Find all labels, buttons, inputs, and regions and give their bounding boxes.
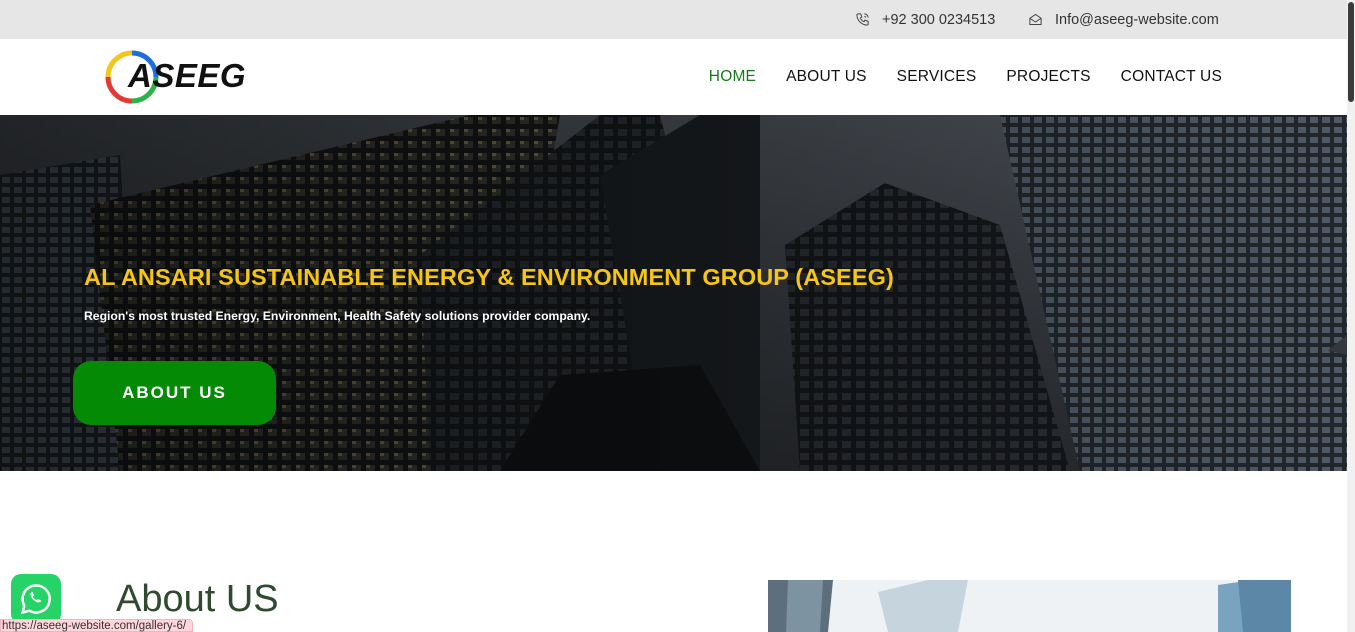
site-header: ASEEG HOME ABOUT US SERVICES PROJECTS CO…	[0, 39, 1347, 115]
nav-about-us[interactable]: ABOUT US	[786, 68, 867, 86]
email-address: Info@aseeg-website.com	[1055, 11, 1219, 28]
nav-projects[interactable]: PROJECTS	[1006, 68, 1090, 86]
hero-about-us-button[interactable]: ABOUT US	[73, 361, 276, 425]
whatsapp-button[interactable]	[11, 574, 61, 624]
nav-contact-us[interactable]: CONTACT US	[1121, 68, 1222, 86]
mail-icon	[1028, 12, 1043, 27]
top-contact-bar: +92 300 0234513 Info@aseeg-website.com	[0, 0, 1347, 39]
scrollbar-thumb[interactable]	[1348, 2, 1354, 102]
page: +92 300 0234513 Info@aseeg-website.com A…	[0, 0, 1355, 632]
whatsapp-icon	[20, 584, 51, 615]
hero-subtitle: Region's most trusted Energy, Environmen…	[84, 309, 591, 323]
about-building-image	[768, 580, 1291, 632]
status-bar-link: https://aseeg-website.com/gallery-6/	[0, 619, 194, 632]
page-scrollbar[interactable]	[1347, 0, 1355, 632]
phone-contact[interactable]: +92 300 0234513	[855, 0, 995, 39]
main-nav: HOME ABOUT US SERVICES PROJECTS CONTACT …	[709, 39, 1222, 115]
hero-banner: AL ANSARI SUSTAINABLE ENERGY & ENVIRONME…	[0, 115, 1347, 471]
phone-number: +92 300 0234513	[882, 11, 996, 28]
site-logo[interactable]: ASEEG	[104, 48, 254, 106]
logo-text: ASEEG	[128, 57, 247, 94]
about-image	[768, 580, 1291, 632]
hero-title: AL ANSARI SUSTAINABLE ENERGY & ENVIRONME…	[84, 264, 894, 290]
email-contact[interactable]: Info@aseeg-website.com	[1028, 0, 1219, 39]
phone-icon	[855, 12, 870, 27]
nav-services[interactable]: SERVICES	[897, 68, 977, 86]
nav-home[interactable]: HOME	[709, 68, 756, 86]
about-heading: About US	[116, 578, 279, 620]
